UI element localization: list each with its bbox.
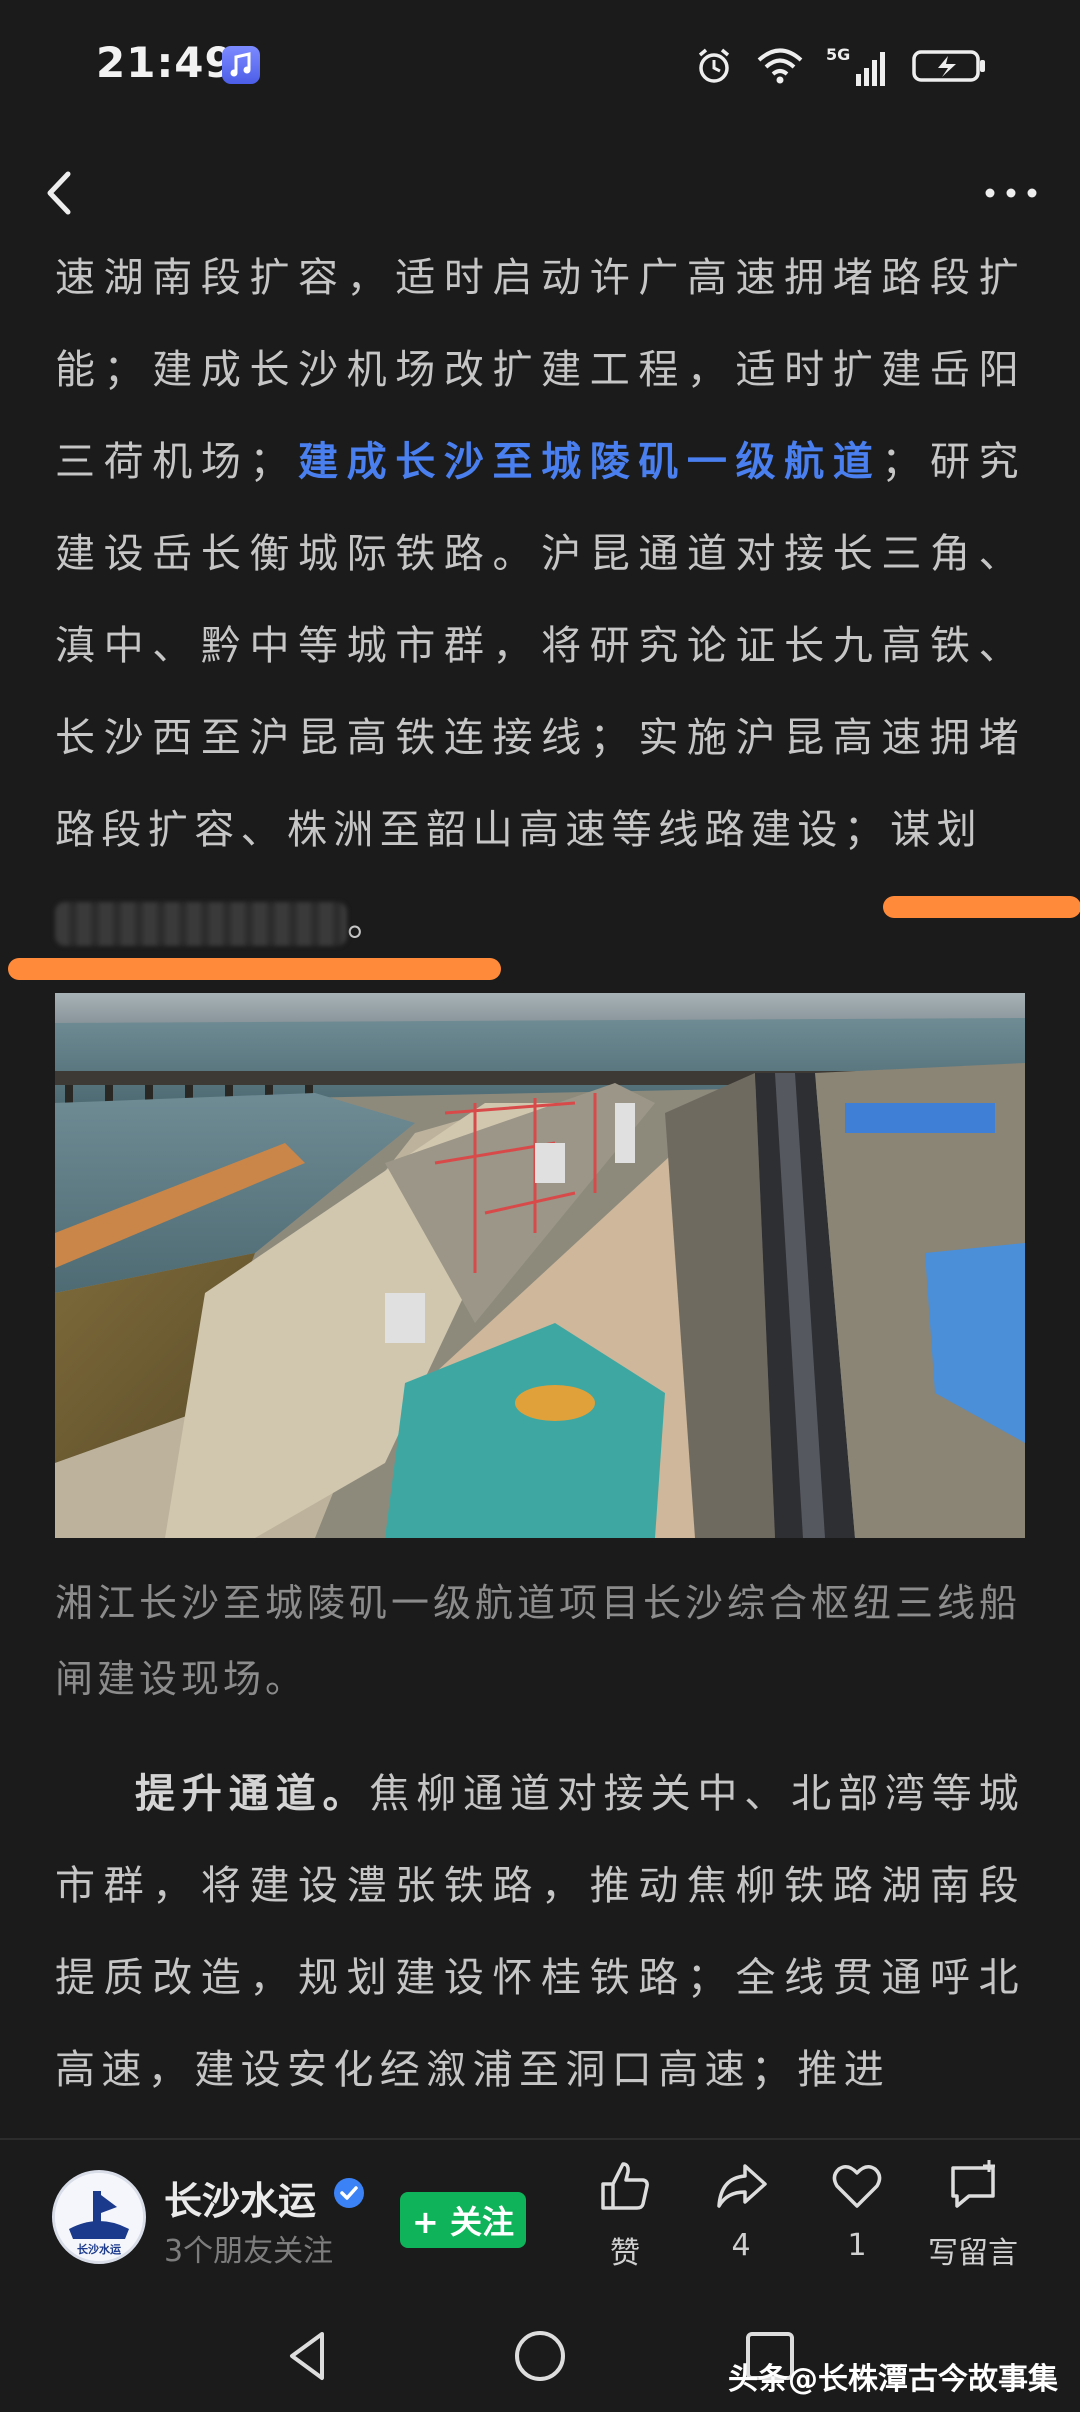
top-nav <box>0 140 1080 248</box>
article-body: 速湖南段扩容，适时启动许广高速拥堵路段扩能；建成长沙机场改扩建工程，适时扩建岳阳… <box>55 232 1025 968</box>
thumbs-up-icon <box>601 2162 649 2210</box>
like-label: 赞 <box>610 2236 640 2271</box>
share-button[interactable]: 4 <box>681 2158 801 2263</box>
system-back-button[interactable] <box>280 2328 336 2388</box>
paragraph-2-text: 焦柳通道对接关中、北部湾等城市群，将建设澧张铁路，推动焦柳铁路湖南段提质改造，规… <box>55 1771 1026 2093</box>
comment-plus-icon <box>951 2160 995 2208</box>
comment-button[interactable]: 写留言 <box>913 2158 1033 2272</box>
article-body-second: 提升通道。焦柳通道对接关中、北部湾等城市群，将建设澧张铁路，推动焦柳铁路湖南段提… <box>55 1748 1025 2116</box>
friends-following: 3个朋友关注 <box>164 2234 334 2269</box>
status-time: 21:49 <box>96 38 235 87</box>
circle-home-icon <box>515 2331 565 2381</box>
article-photo[interactable] <box>55 993 1025 1538</box>
system-home-button[interactable] <box>512 2328 568 2388</box>
status-bar: 21:49 5G <box>0 0 1080 140</box>
section-heading: 提升通道。 <box>135 1771 370 1817</box>
marker-line-left <box>8 958 501 980</box>
watermark-source: 头条 <box>728 2362 788 2397</box>
bottom-action-bar: 长沙水运 长沙水运 3个朋友关注 + 关注 赞 4 1 写留言 <box>0 2138 1080 2300</box>
highlighted-link[interactable]: 建成长沙至城陵矶一级航道 <box>296 439 882 485</box>
system-nav-bar: 头条@长株潭古今故事集 <box>0 2300 1080 2412</box>
verified-badge-icon <box>334 2178 364 2208</box>
share-count: 4 <box>731 2228 751 2263</box>
comment-label: 写留言 <box>928 2236 1018 2271</box>
author-avatar[interactable]: 长沙水运 <box>52 2170 146 2264</box>
favorite-button[interactable]: 1 <box>797 2158 917 2263</box>
redacted-text <box>55 902 347 946</box>
wifi-icon <box>756 47 804 85</box>
paragraph-text-continued: ；研究建设岳长衡城际铁路。沪昆通道对接长三角、滇中、黔中等城市群，将研究论证长九… <box>55 439 1025 853</box>
chevron-left-icon <box>47 171 71 215</box>
author-name[interactable]: 长沙水运 <box>164 2170 316 2225</box>
cellular-signal-icon: 5G <box>826 44 890 88</box>
photo-caption: 湘江长沙至城陵矶一级航道项目长沙综合枢纽三线船闸建设现场。 <box>55 1581 1022 1701</box>
article-paragraph: 速湖南段扩容，适时启动许广高速拥堵路段扩能；建成长沙机场改扩建工程，适时扩建岳阳… <box>55 232 1025 968</box>
alarm-icon <box>694 46 734 86</box>
paragraph-end: 。 <box>347 899 394 945</box>
music-app-icon <box>222 46 260 84</box>
share-icon <box>717 2164 767 2208</box>
article-page: 21:49 5G 速湖南段扩容，适时启动许广高速拥堵路段扩能；建成长沙机场改扩建… <box>0 0 1080 2412</box>
triangle-back-icon <box>290 2332 324 2380</box>
watermark-handle: @长株潭古今故事集 <box>788 2362 1058 2397</box>
status-icons: 5G <box>694 44 988 88</box>
more-dots-icon <box>985 188 1037 198</box>
like-button[interactable]: 赞 <box>565 2158 685 2272</box>
article-paragraph-2: 提升通道。焦柳通道对接关中、北部湾等城市群，将建设澧张铁路，推动焦柳铁路湖南段提… <box>55 1748 1025 2116</box>
heart-icon <box>832 2165 882 2208</box>
network-type-label: 5G <box>826 45 850 64</box>
follow-button[interactable]: + 关注 <box>400 2192 526 2248</box>
back-button[interactable] <box>28 158 98 228</box>
battery-icon <box>912 46 988 86</box>
source-watermark: 头条@长株潭古今故事集 <box>728 2354 1058 2398</box>
marker-line-right <box>883 896 1080 918</box>
favorite-count: 1 <box>847 2228 867 2263</box>
more-button[interactable] <box>976 158 1046 228</box>
svg-text:长沙水运: 长沙水运 <box>77 2242 121 2256</box>
